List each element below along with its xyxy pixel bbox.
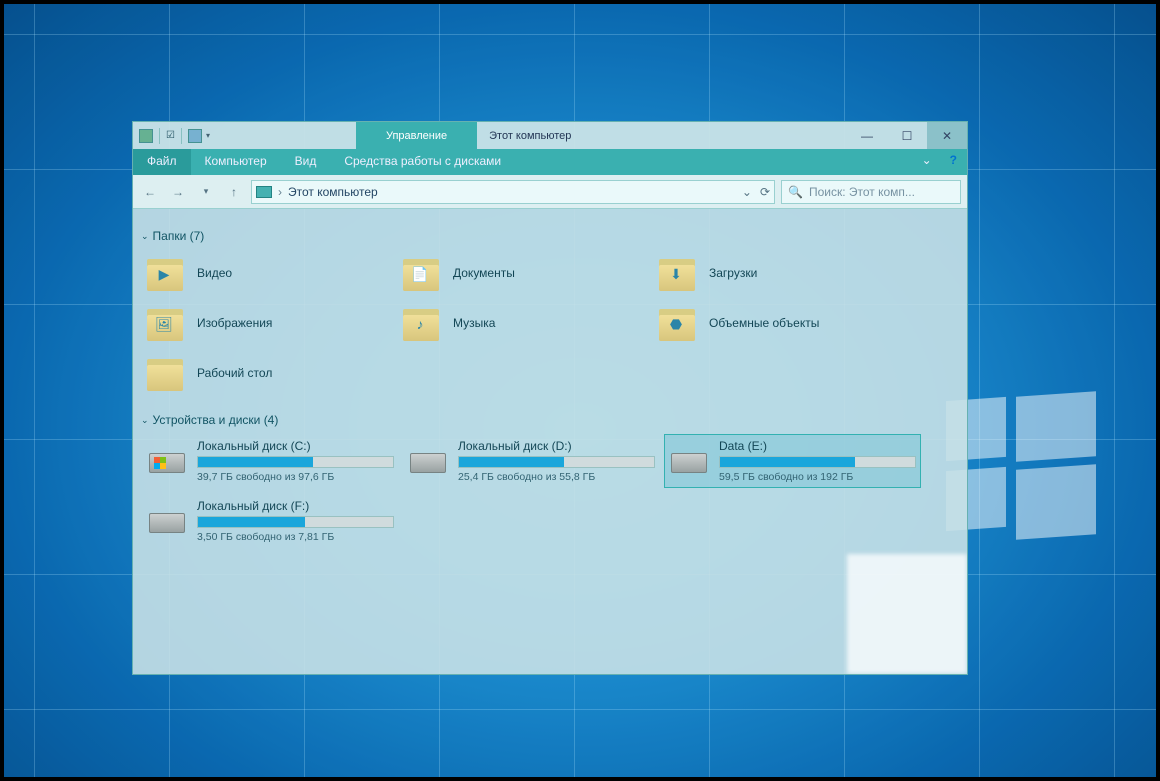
recent-dropdown-icon[interactable]: ▾: [195, 181, 217, 203]
folder-label: Изображения: [197, 316, 272, 330]
title-bar[interactable]: ☑ ▾ Управление Этот компьютер — ☐ ✕: [133, 122, 967, 149]
folder-label: Объемные объекты: [709, 316, 819, 330]
windows-logo: [946, 394, 1096, 544]
chevron-down-icon[interactable]: ⌄: [141, 415, 149, 426]
tab-view[interactable]: Вид: [281, 149, 331, 175]
drive-name: Локальный диск (C:): [197, 439, 394, 453]
group-drives[interactable]: ⌄ Устройства и диски (4): [141, 413, 957, 427]
drive-free-text: 25,4 ГБ свободно из 55,8 ГБ: [458, 471, 655, 483]
drive-usage-bar: [719, 456, 916, 468]
blurred-region: [847, 554, 967, 674]
up-button[interactable]: ↑: [223, 181, 245, 203]
context-tab-manage[interactable]: Управление: [356, 122, 477, 149]
help-icon[interactable]: ?: [940, 149, 967, 175]
drive-item[interactable]: Локальный диск (C:) 39,7 ГБ свободно из 9…: [143, 435, 398, 487]
drive-usage-bar: [197, 456, 394, 468]
folder-icon: 📄: [401, 255, 441, 291]
drive-usage-bar: [197, 516, 394, 528]
folder-icon: 🖼: [145, 305, 185, 341]
folder-icon: ▶: [145, 255, 185, 291]
pc-icon: [256, 186, 272, 198]
folder-label: Видео: [197, 266, 232, 280]
content-area[interactable]: ⌄ Папки (7) ▶ Видео 📄 Документы ⬇ Загрузки 🖼 Из…: [133, 209, 967, 674]
folder-item[interactable]: ♪ Музыка: [399, 301, 649, 345]
folder-icon: ⬇: [657, 255, 697, 291]
minimize-button[interactable]: —: [847, 122, 887, 149]
back-button[interactable]: ←: [139, 181, 161, 203]
drive-item[interactable]: Локальный диск (D:) 25,4 ГБ свободно из 5…: [404, 435, 659, 487]
search-box[interactable]: 🔍 Поиск: Этот комп...: [781, 180, 961, 204]
folder-item[interactable]: ▶ Видео: [143, 251, 393, 295]
chevron-down-icon[interactable]: ⌄: [141, 231, 149, 242]
qat-checkbox[interactable]: ☑: [166, 130, 175, 141]
tab-disk-tools[interactable]: Средства работы с дисками: [330, 149, 515, 175]
group-folders-label: Папки (7): [153, 229, 205, 243]
folder-label: Документы: [453, 266, 515, 280]
folder-label: Загрузки: [709, 266, 757, 280]
quick-access-toolbar: ☑ ▾: [133, 128, 216, 144]
folder-label: Рабочий стол: [197, 366, 272, 380]
drive-name: Локальный диск (D:): [458, 439, 655, 453]
maximize-button[interactable]: ☐: [887, 122, 927, 149]
group-folders[interactable]: ⌄ Папки (7): [141, 229, 957, 243]
folder-icon: ⬣: [657, 305, 697, 341]
drive-icon: [147, 505, 187, 535]
drive-icon: [408, 445, 448, 475]
drive-item[interactable]: Локальный диск (F:) 3,50 ГБ свободно из 7…: [143, 495, 398, 547]
drive-free-text: 59,5 ГБ свободно из 192 ГБ: [719, 471, 916, 483]
drive-item[interactable]: Data (E:) 59,5 ГБ свободно из 192 ГБ: [665, 435, 920, 487]
folder-item[interactable]: Рабочий стол: [143, 351, 393, 395]
explorer-window: ☑ ▾ Управление Этот компьютер — ☐ ✕ Файл…: [132, 121, 968, 675]
drive-icon: [147, 445, 187, 475]
folder-item[interactable]: ⬇ Загрузки: [655, 251, 905, 295]
window-title: Этот компьютер: [477, 130, 583, 142]
folder-icon: ♪: [401, 305, 441, 341]
tab-file[interactable]: Файл: [133, 149, 191, 175]
drive-icon: [669, 445, 709, 475]
ribbon-tabs: Файл Компьютер Вид Средства работы с дис…: [133, 149, 967, 175]
navigation-bar: ← → ▾ ↑ › Этот компьютер ⌄ ⟳ 🔍 Поиск: Эт…: [133, 175, 967, 209]
address-bar[interactable]: › Этот компьютер ⌄ ⟳: [251, 180, 775, 204]
drive-name: Локальный диск (F:): [197, 499, 394, 513]
properties-icon[interactable]: [188, 129, 202, 143]
search-icon: 🔍: [788, 185, 803, 199]
close-button[interactable]: ✕: [927, 122, 967, 149]
folder-label: Музыка: [453, 316, 495, 330]
folder-item[interactable]: 📄 Документы: [399, 251, 649, 295]
folder-item[interactable]: 🖼 Изображения: [143, 301, 393, 345]
folder-icon: [145, 355, 185, 391]
tab-computer[interactable]: Компьютер: [191, 149, 281, 175]
address-dropdown-icon[interactable]: ⌄: [742, 185, 752, 199]
forward-button[interactable]: →: [167, 181, 189, 203]
refresh-icon[interactable]: ⟳: [760, 185, 770, 199]
breadcrumb[interactable]: Этот компьютер: [288, 185, 378, 199]
explorer-icon: [139, 129, 153, 143]
folder-item[interactable]: ⬣ Объемные объекты: [655, 301, 905, 345]
drive-name: Data (E:): [719, 439, 916, 453]
ribbon-expand-icon[interactable]: ⌄: [914, 149, 940, 175]
qat-dropdown-icon[interactable]: ▾: [206, 131, 210, 140]
drive-free-text: 39,7 ГБ свободно из 97,6 ГБ: [197, 471, 394, 483]
group-drives-label: Устройства и диски (4): [153, 413, 279, 427]
drive-usage-bar: [458, 456, 655, 468]
drive-free-text: 3,50 ГБ свободно из 7,81 ГБ: [197, 531, 394, 543]
search-placeholder: Поиск: Этот комп...: [809, 185, 915, 199]
chevron-right-icon[interactable]: ›: [278, 185, 282, 199]
